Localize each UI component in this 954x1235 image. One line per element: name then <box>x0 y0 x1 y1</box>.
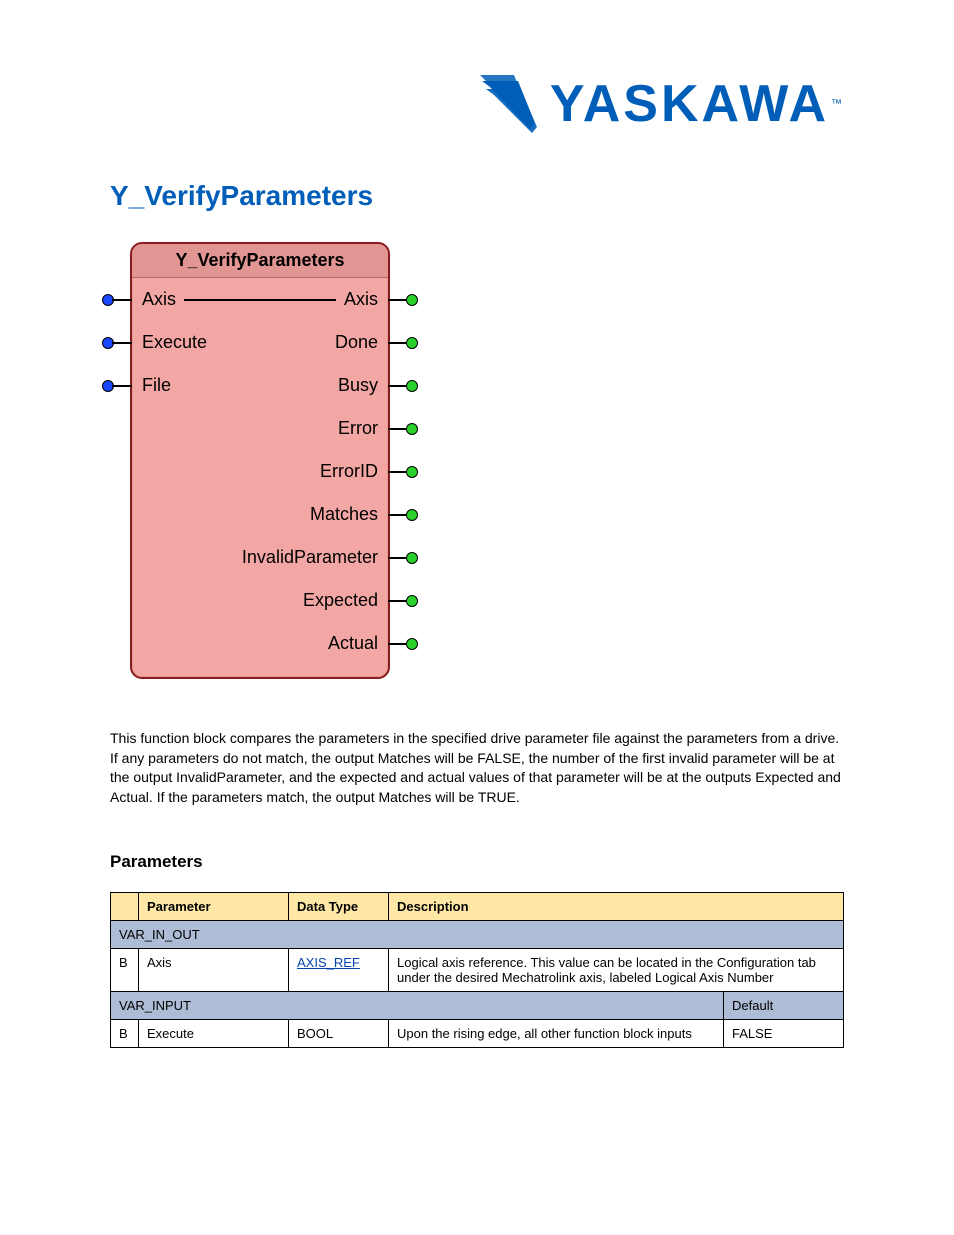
brand-logo-text: YASKAWA <box>550 78 829 130</box>
fb-row-errorid: ErrorID <box>132 450 388 493</box>
table-header-row: Parameter Data Type Description <box>111 893 844 921</box>
table-cell-type: BOOL <box>289 1020 389 1048</box>
table-cell-b: B <box>111 1020 139 1048</box>
output-pin-dot <box>406 509 418 521</box>
table-section-label: VAR_INPUT <box>111 992 724 1020</box>
output-pin-dot <box>406 294 418 306</box>
page-title: Y_VerifyParameters <box>110 180 844 212</box>
brand-logo-mark <box>480 75 542 133</box>
fb-row-axis: Axis Axis <box>132 278 388 321</box>
output-pin-line <box>388 643 408 645</box>
fb-row-invalidparameter: InvalidParameter <box>132 536 388 579</box>
table-header-description: Description <box>389 893 844 921</box>
fb-title: Y_VerifyParameters <box>132 244 388 278</box>
fb-output-done: Done <box>335 332 378 353</box>
table-cell-type: AXIS_REF <box>289 949 389 992</box>
output-pin-line <box>388 600 408 602</box>
output-pin-dot <box>406 380 418 392</box>
fb-row-matches: Matches <box>132 493 388 536</box>
fb-output-invalidparameter: InvalidParameter <box>242 547 378 568</box>
output-pin-dot <box>406 337 418 349</box>
table-cell-desc: Upon the rising edge, all other function… <box>389 1020 724 1048</box>
table-section-var-input: VAR_INPUT Default <box>111 992 844 1020</box>
input-pin-line <box>112 299 132 301</box>
table-row-axis: B Axis AXIS_REF Logical axis reference. … <box>111 949 844 992</box>
brand-logo: YASKAWA ™ <box>480 75 842 133</box>
fb-input-file: File <box>142 375 171 396</box>
fb-output-busy: Busy <box>338 375 378 396</box>
table-cell-desc: Logical axis reference. This value can b… <box>389 949 844 992</box>
table-cell-default: FALSE <box>724 1020 844 1048</box>
fb-output-actual: Actual <box>328 633 378 654</box>
fb-row-file-busy: File Busy <box>132 364 388 407</box>
fb-row-error: Error <box>132 407 388 450</box>
output-pin-dot <box>406 466 418 478</box>
output-pin-line <box>388 557 408 559</box>
parameters-table: Parameter Data Type Description VAR_IN_O… <box>110 892 844 1048</box>
table-cell-b: B <box>111 949 139 992</box>
fb-row-actual: Actual <box>132 622 388 665</box>
output-pin-line <box>388 299 408 301</box>
description-text: This function block compares the paramet… <box>110 729 844 807</box>
function-block-diagram: Y_VerifyParameters Axis Axis <box>130 242 844 679</box>
trademark-symbol: ™ <box>831 98 842 110</box>
table-section-var-in-out: VAR_IN_OUT <box>111 921 844 949</box>
fb-input-axis: Axis <box>142 289 176 310</box>
table-header-blank <box>111 893 139 921</box>
output-pin-line <box>388 471 408 473</box>
output-pin-dot <box>406 638 418 650</box>
table-cell-param: Axis <box>139 949 289 992</box>
output-pin-dot <box>406 423 418 435</box>
table-header-parameter: Parameter <box>139 893 289 921</box>
fb-output-axis: Axis <box>344 289 378 310</box>
axis-divider-line <box>184 299 336 301</box>
output-pin-line <box>388 514 408 516</box>
output-pin-dot <box>406 595 418 607</box>
output-pin-line <box>388 342 408 344</box>
fb-row-expected: Expected <box>132 579 388 622</box>
table-header-datatype: Data Type <box>289 893 389 921</box>
output-pin-line <box>388 428 408 430</box>
output-pin-line <box>388 385 408 387</box>
table-row-execute: B Execute BOOL Upon the rising edge, all… <box>111 1020 844 1048</box>
fb-row-execute-done: Execute Done <box>132 321 388 364</box>
fb-output-matches: Matches <box>310 504 378 525</box>
table-section-default: Default <box>724 992 844 1020</box>
input-pin-line <box>112 385 132 387</box>
table-section-label: VAR_IN_OUT <box>111 921 844 949</box>
input-pin-line <box>112 342 132 344</box>
axis-ref-link[interactable]: AXIS_REF <box>297 955 360 970</box>
fb-output-expected: Expected <box>303 590 378 611</box>
fb-output-errorid: ErrorID <box>320 461 378 482</box>
fb-output-error: Error <box>338 418 378 439</box>
output-pin-dot <box>406 552 418 564</box>
table-cell-param: Execute <box>139 1020 289 1048</box>
fb-input-execute: Execute <box>142 332 207 353</box>
parameters-heading: Parameters <box>110 852 844 872</box>
